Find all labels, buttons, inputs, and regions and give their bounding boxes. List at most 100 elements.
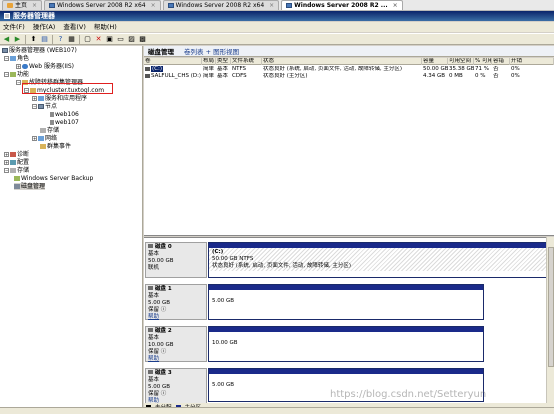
close-icon[interactable]: × xyxy=(269,1,274,10)
menu-file[interactable]: 文件(F) xyxy=(3,22,25,32)
collapse-icon[interactable]: − xyxy=(4,168,9,173)
cell-status: 状态良好 (系统, 启动, 页面文件, 活动, 故障转储, 主分区) xyxy=(263,66,403,72)
vm-icon xyxy=(286,3,293,8)
menu-view[interactable]: 查看(V) xyxy=(63,22,86,32)
collapse-icon[interactable]: − xyxy=(4,56,9,61)
disk-2-partition[interactable]: 10.00 GB xyxy=(208,326,484,362)
new-icon[interactable]: ▣ xyxy=(105,35,114,44)
table-row[interactable]: (C:) 简单 基本 NTFS 状态良好 (系统, 启动, 页面文件, 活动, … xyxy=(144,66,554,73)
col-type[interactable]: 类型 xyxy=(216,58,231,65)
tree-item-services-apps[interactable]: + 服务和应用程序 xyxy=(32,95,87,102)
vm-tab-home[interactable]: 主页 × xyxy=(2,0,43,10)
menu-help[interactable]: 帮助(H) xyxy=(94,22,117,32)
disk-0-partition-c[interactable]: (C:) 50.00 GB NTFS 状态良好 (系统, 启动, 页面文件, 活… xyxy=(208,242,548,278)
vm-tab-1[interactable]: Windows Server 2008 R2 x64 × xyxy=(44,0,161,10)
graphical-disk-view: 磁盘 0 基本 50.00 GB 联机 (C:) 50.00 GB NTFS 状… xyxy=(144,237,554,407)
cell-percent-free: 71 % xyxy=(475,66,489,72)
cell-status: 状态良好 (主分区) xyxy=(263,73,308,79)
node-icon xyxy=(50,112,54,117)
open-icon[interactable]: ▭ xyxy=(116,35,125,44)
tree-item-configuration[interactable]: + 配置 xyxy=(4,159,29,166)
settings-icon[interactable]: ▩ xyxy=(138,35,147,44)
graphical-view-scrollbar[interactable] xyxy=(546,237,554,403)
cdrom-icon xyxy=(145,73,150,78)
delete-icon[interactable]: ✕ xyxy=(94,35,103,44)
cell-fault-tolerance: 否 xyxy=(493,73,499,79)
forward-icon[interactable]: ▶ xyxy=(13,35,22,44)
toolbar-separator xyxy=(52,34,53,44)
expand-icon[interactable]: + xyxy=(32,136,37,141)
roles-icon xyxy=(10,56,16,61)
volume-list: 卷 布局 类型 文件系统 状态 容量 可用空间 % 可用 容错 开销 (C:) … xyxy=(144,58,554,236)
col-filesystem[interactable]: 文件系统 xyxy=(231,58,262,65)
vm-tab-3[interactable]: Windows Server 2008 R2 ... × xyxy=(281,0,403,10)
col-free[interactable]: 可用空间 xyxy=(448,58,474,65)
tree-item-diagnostics[interactable]: + 诊断 xyxy=(4,151,29,158)
back-icon[interactable]: ◀ xyxy=(2,35,11,44)
expand-icon[interactable]: + xyxy=(16,64,21,69)
cell-overhead: 0% xyxy=(511,73,520,79)
collapse-icon[interactable]: − xyxy=(16,80,21,85)
scrollbar-thumb[interactable] xyxy=(548,247,554,367)
table-row[interactable]: SALFULL_CHS (D:) 简单 基本 CDFS 状态良好 (主分区) 4… xyxy=(144,73,554,80)
save-icon[interactable]: ▨ xyxy=(127,35,136,44)
cell-free: 0 MB xyxy=(449,73,463,79)
disk-icon xyxy=(148,244,153,248)
disk-1-partition[interactable]: 5.00 GB xyxy=(208,284,484,320)
toolbar: ◀ ▶ ⬆ ▤ ? ▦ ▢ ✕ ▣ ▭ ▨ ▩ xyxy=(0,33,554,45)
col-fault-tolerance[interactable]: 容错 xyxy=(492,58,510,65)
disk-0-label[interactable]: 磁盘 0 基本 50.00 GB 联机 xyxy=(145,242,207,278)
tree-item-backup[interactable]: Windows Server Backup xyxy=(14,175,93,182)
tree-item-storage[interactable]: 存储 xyxy=(40,127,59,134)
cell-free: 35.38 GB xyxy=(449,66,474,72)
diagnostics-icon xyxy=(10,152,16,157)
help-link[interactable]: 帮助 xyxy=(148,314,204,321)
tree-item-web-server[interactable]: + Web 服务器(IIS) xyxy=(16,63,74,70)
cell-percent-free: 0 % xyxy=(475,73,486,79)
properties-icon[interactable]: ▦ xyxy=(67,35,76,44)
collapse-icon[interactable]: − xyxy=(4,72,9,77)
close-icon[interactable]: × xyxy=(151,1,156,10)
menu-action[interactable]: 操作(A) xyxy=(33,22,56,32)
toolbar-separator xyxy=(25,34,26,44)
tree-item-node-web107[interactable]: web107 xyxy=(50,119,79,126)
col-overhead[interactable]: 开销 xyxy=(510,58,554,65)
close-icon[interactable]: × xyxy=(32,1,37,10)
close-icon[interactable]: × xyxy=(393,1,398,10)
storage-icon xyxy=(10,168,16,173)
expand-icon[interactable]: + xyxy=(4,160,9,165)
navigation-tree: 服务器管理器 (WEB107) − 角色 + Web 服务器(IIS) − 功能 − 故… xyxy=(0,46,143,407)
tree-item-nodes[interactable]: − 节点 xyxy=(32,103,57,110)
vm-tab-2[interactable]: Windows Server 2008 R2 x64 × xyxy=(162,0,280,10)
window-title: 服务器管理器 xyxy=(13,12,55,20)
help-link[interactable]: 帮助 xyxy=(148,356,204,363)
help-icon[interactable]: ? xyxy=(56,35,65,44)
col-percent-free[interactable]: % 可用 xyxy=(474,58,492,65)
up-icon[interactable]: ⬆ xyxy=(29,35,38,44)
disk-icon xyxy=(148,328,153,332)
col-volume[interactable]: 卷 xyxy=(144,58,202,65)
server-icon xyxy=(2,48,8,53)
tree-item-node-web106[interactable]: web106 xyxy=(50,111,79,118)
collapse-icon[interactable]: − xyxy=(32,104,37,109)
expand-icon[interactable]: + xyxy=(32,96,37,101)
expand-icon[interactable]: + xyxy=(4,152,9,157)
cell-overhead: 0% xyxy=(511,66,520,72)
disk-2-label[interactable]: 磁盘 2 基本 10.00 GB 保留 ⓘ 帮助 xyxy=(145,326,207,362)
tree-item-disk-management[interactable]: 磁盘管理 xyxy=(14,183,46,190)
tree-item-storage-root[interactable]: − 存储 xyxy=(4,167,29,174)
refresh-icon[interactable]: ▢ xyxy=(83,35,92,44)
tree-item-features[interactable]: − 功能 xyxy=(4,71,29,78)
col-status[interactable]: 状态 xyxy=(262,58,422,65)
window-title-bar: 服务器管理器 xyxy=(0,11,554,21)
view-selector[interactable]: 卷列表 + 图形视图 xyxy=(184,46,239,56)
col-layout[interactable]: 布局 xyxy=(202,58,216,65)
col-capacity[interactable]: 容量 xyxy=(422,58,448,65)
disk-3-label[interactable]: 磁盘 3 基本 5.00 GB 保留 ⓘ 帮助 xyxy=(145,368,207,404)
tree-item-roles[interactable]: − 角色 xyxy=(4,55,29,62)
show-tree-icon[interactable]: ▤ xyxy=(40,35,49,44)
tree-item-cluster-events[interactable]: 群集事件 xyxy=(40,143,71,150)
disk-1-label[interactable]: 磁盘 1 基本 5.00 GB 保留 ⓘ 帮助 xyxy=(145,284,207,320)
tree-item-networks[interactable]: + 网络 xyxy=(32,135,57,142)
tree-item-server-manager[interactable]: 服务器管理器 (WEB107) xyxy=(2,47,77,54)
